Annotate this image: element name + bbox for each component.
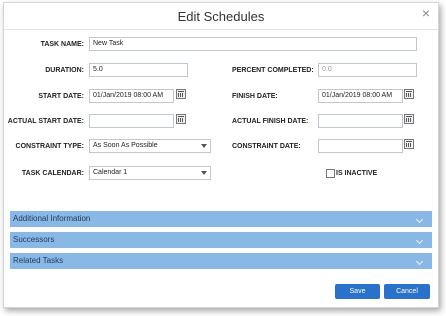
edit-schedules-dialog: Edit Schedules × TASK NAME: New Task DUR… bbox=[3, 2, 439, 308]
start-date-calendar-icon[interactable] bbox=[176, 89, 186, 99]
chevron-down-icon bbox=[415, 215, 424, 224]
actual-finish-date-label: ACTUAL FINISH DATE: bbox=[232, 118, 309, 125]
close-icon[interactable]: × bbox=[422, 6, 430, 20]
chevron-down-icon bbox=[415, 236, 424, 245]
constraint-date-input[interactable] bbox=[318, 139, 403, 153]
percent-completed-input: 0.0 bbox=[318, 63, 417, 77]
chevron-down-icon bbox=[415, 257, 424, 266]
start-date-label: START DATE: bbox=[38, 93, 84, 100]
chevron-down-icon bbox=[201, 171, 207, 175]
actual-finish-date-calendar-icon[interactable] bbox=[404, 114, 414, 124]
section-related-tasks[interactable]: Related Tasks bbox=[10, 253, 432, 269]
dialog-title: Edit Schedules bbox=[177, 9, 265, 24]
constraint-type-label: CONSTRAINT TYPE: bbox=[15, 143, 84, 150]
task-calendar-select[interactable]: Calendar 1 bbox=[89, 166, 211, 180]
finish-date-label: FINISH DATE: bbox=[232, 93, 278, 100]
section-label: Additional Information bbox=[13, 214, 91, 223]
actual-finish-date-input[interactable] bbox=[318, 114, 403, 128]
chevron-down-icon bbox=[201, 144, 207, 148]
title-divider bbox=[4, 29, 438, 30]
constraint-date-calendar-icon[interactable] bbox=[404, 139, 414, 149]
section-additional-information[interactable]: Additional Information bbox=[10, 211, 432, 227]
finish-date-calendar-icon[interactable] bbox=[404, 89, 414, 99]
duration-input[interactable]: 5.0 bbox=[89, 63, 188, 77]
cancel-button[interactable]: Cancel bbox=[384, 284, 430, 299]
actual-start-date-label: ACTUAL START DATE: bbox=[7, 118, 84, 125]
constraint-type-select[interactable]: As Soon As Possible bbox=[89, 139, 211, 153]
task-calendar-value: Calendar 1 bbox=[93, 169, 128, 176]
is-inactive-checkbox[interactable] bbox=[326, 169, 335, 178]
section-label: Related Tasks bbox=[13, 256, 64, 265]
save-button[interactable]: Save bbox=[335, 284, 380, 299]
task-name-input[interactable]: New Task bbox=[89, 37, 417, 51]
duration-label: DURATION: bbox=[45, 67, 84, 74]
constraint-date-label: CONSTRAINT DATE: bbox=[232, 143, 301, 150]
section-label: Successors bbox=[13, 235, 55, 244]
task-calendar-label: TASK CALENDAR: bbox=[21, 170, 84, 177]
section-successors[interactable]: Successors bbox=[10, 232, 432, 248]
start-date-input[interactable]: 01/Jan/2019 08:00 AM bbox=[89, 89, 174, 103]
is-inactive-label: IS INACTIVE bbox=[336, 170, 378, 177]
percent-completed-label: PERCENT COMPLETED: bbox=[232, 67, 314, 74]
task-name-label: TASK NAME: bbox=[40, 41, 84, 48]
actual-start-date-input[interactable] bbox=[89, 114, 174, 128]
actual-start-date-calendar-icon[interactable] bbox=[176, 114, 186, 124]
constraint-type-value: As Soon As Possible bbox=[93, 142, 158, 149]
finish-date-input[interactable]: 01/Jan/2019 08:00 AM bbox=[318, 89, 403, 103]
